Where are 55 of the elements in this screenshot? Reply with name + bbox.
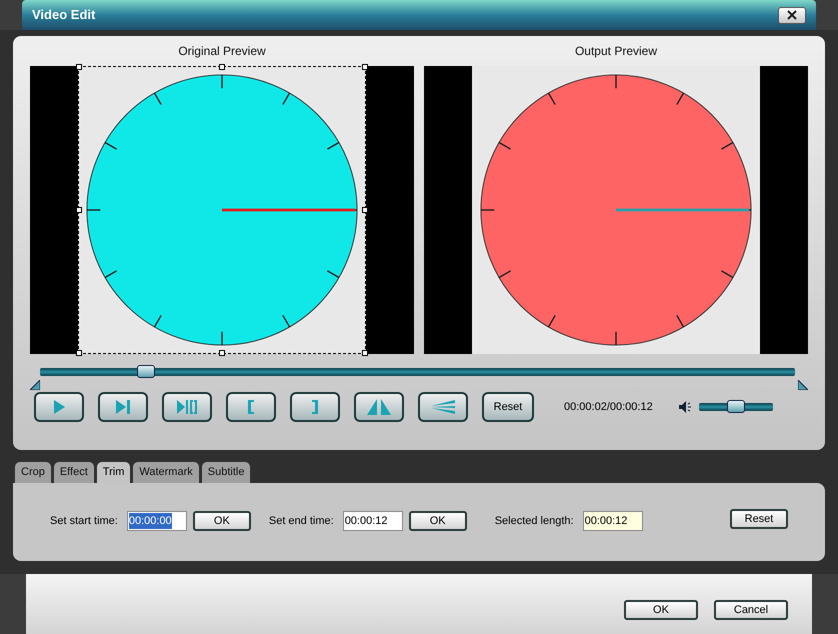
start-marker-icon[interactable] (30, 380, 40, 390)
crop-handle[interactable] (76, 64, 82, 70)
control-button[interactable] (226, 392, 276, 422)
field-label: Set end time: (268, 514, 334, 529)
tab[interactable]: Subtitle (200, 461, 252, 483)
field-value: 00:00:12 (584, 514, 628, 529)
ok-button[interactable]: OK (624, 600, 698, 620)
crop-handle[interactable] (362, 350, 368, 356)
close-icon (787, 10, 797, 20)
field-value: 00:00:12 (344, 514, 388, 529)
preview-title: Output Preview (574, 43, 658, 60)
play-bracket-icon (177, 400, 197, 414)
flip-icon (367, 399, 391, 415)
seek-slider[interactable] (40, 368, 795, 376)
slider-thumb[interactable] (726, 400, 745, 413)
control-button[interactable] (162, 392, 212, 422)
crop-handle[interactable] (76, 207, 82, 213)
crop-handle[interactable] (362, 64, 368, 70)
preview-title: Original Preview (178, 43, 266, 60)
field-value: 00:00:00 (128, 512, 172, 530)
step-forward-icon (115, 400, 131, 414)
window-title: Video Edit (32, 6, 96, 24)
crop-handle[interactable] (362, 207, 368, 213)
tab[interactable]: Crop (14, 461, 52, 483)
tab[interactable]: Effect (52, 461, 95, 483)
crop-handle[interactable] (219, 64, 225, 70)
volume-slider[interactable] (698, 403, 773, 411)
ok-button[interactable]: OK (192, 511, 251, 531)
bracket-icon (312, 400, 318, 414)
control-button[interactable] (34, 392, 84, 422)
bracket-icon (248, 400, 254, 414)
ok-button[interactable]: OK (408, 511, 467, 531)
reset-button[interactable]: Reset (730, 509, 788, 529)
lines-icon (431, 400, 455, 414)
time-display: 00:00:02/00:00:12 (564, 400, 653, 415)
close-button[interactable] (778, 6, 806, 24)
reset-button[interactable]: Reset (482, 392, 534, 422)
slider-thumb[interactable] (136, 365, 155, 378)
time-field[interactable]: 00:00:12 (342, 511, 403, 531)
crop-handle[interactable] (76, 350, 82, 356)
play-icon (52, 400, 66, 414)
tab[interactable]: Watermark (132, 461, 200, 483)
control-button[interactable] (290, 392, 340, 422)
crop-handle[interactable] (219, 350, 225, 356)
control-button[interactable] (418, 392, 468, 422)
control-button[interactable] (98, 392, 148, 422)
field-label: Set start time: (50, 514, 118, 529)
cancel-button[interactable]: Cancel (714, 600, 788, 620)
tab[interactable]: Trim (96, 461, 132, 483)
control-button[interactable] (354, 392, 404, 422)
field-label: Selected length: (494, 514, 574, 529)
speaker-icon[interactable] (678, 401, 691, 413)
end-marker-icon[interactable] (798, 380, 808, 390)
time-field[interactable]: 00:00:00 (126, 511, 187, 531)
length-field[interactable]: 00:00:12 (582, 511, 643, 531)
